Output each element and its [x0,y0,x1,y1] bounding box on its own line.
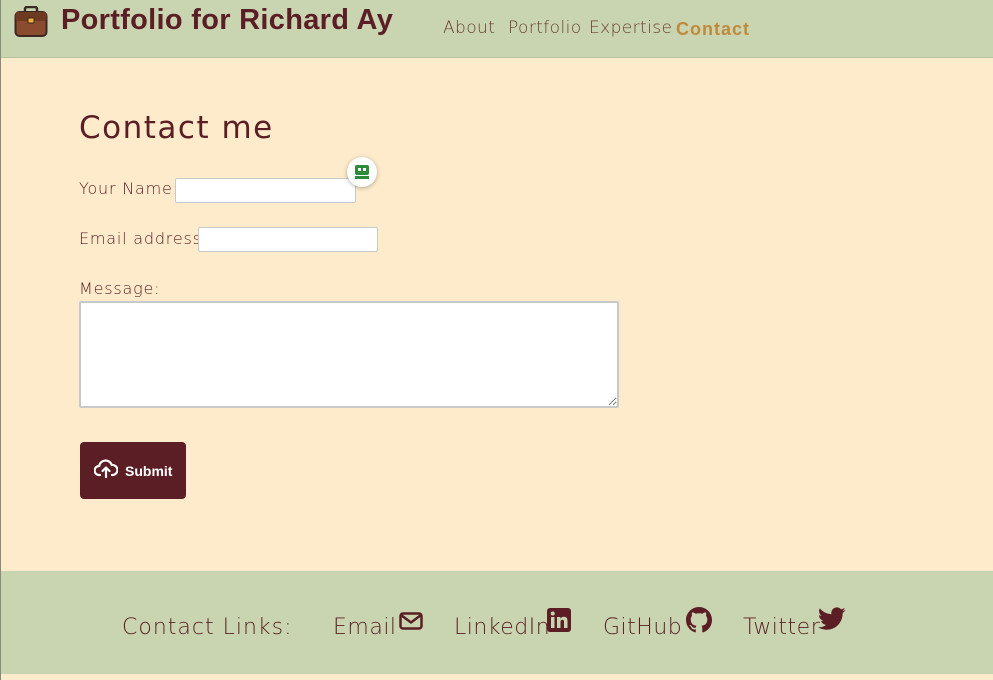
briefcase-icon [14,5,48,38]
footer-link-linkedin[interactable]: LinkedIn [454,615,550,640]
submit-label: Submit [125,463,173,479]
name-label: Your Name: [79,179,179,198]
footer-link-email[interactable]: Email [333,615,397,640]
name-field[interactable] [175,178,356,203]
password-manager-icon[interactable] [347,157,377,187]
site-title[interactable]: Portfolio for Richard Ay [61,4,393,37]
page-bottom-strip [1,674,993,680]
linkedin-icon[interactable] [547,608,571,636]
envelope-icon[interactable] [399,612,423,634]
page-title: Contact me [79,110,274,146]
nav-about[interactable]: About [443,18,495,38]
message-label: Message: [79,279,161,298]
contact-section: Contact me Your Name: Email address: Mes… [1,59,993,571]
nav-expertise[interactable]: Expertise [589,18,672,38]
cloud-upload-icon [93,459,119,482]
nav-contact[interactable]: Contact [676,19,750,40]
footer-link-twitter[interactable]: Twitter [743,615,820,640]
email-label: Email address: [79,229,208,248]
submit-button[interactable]: Submit [80,442,186,499]
footer: Contact Links: Email LinkedIn GitHub Twi… [1,571,993,674]
nav-portfolio[interactable]: Portfolio [508,18,582,38]
footer-link-github[interactable]: GitHub [603,615,682,640]
navbar: Portfolio for Richard Ay About Portfolio… [1,0,993,58]
email-field[interactable] [198,227,378,252]
footer-heading: Contact Links: [122,615,293,640]
github-icon[interactable] [686,607,712,637]
message-textarea[interactable] [79,301,619,408]
twitter-icon[interactable] [818,607,846,635]
